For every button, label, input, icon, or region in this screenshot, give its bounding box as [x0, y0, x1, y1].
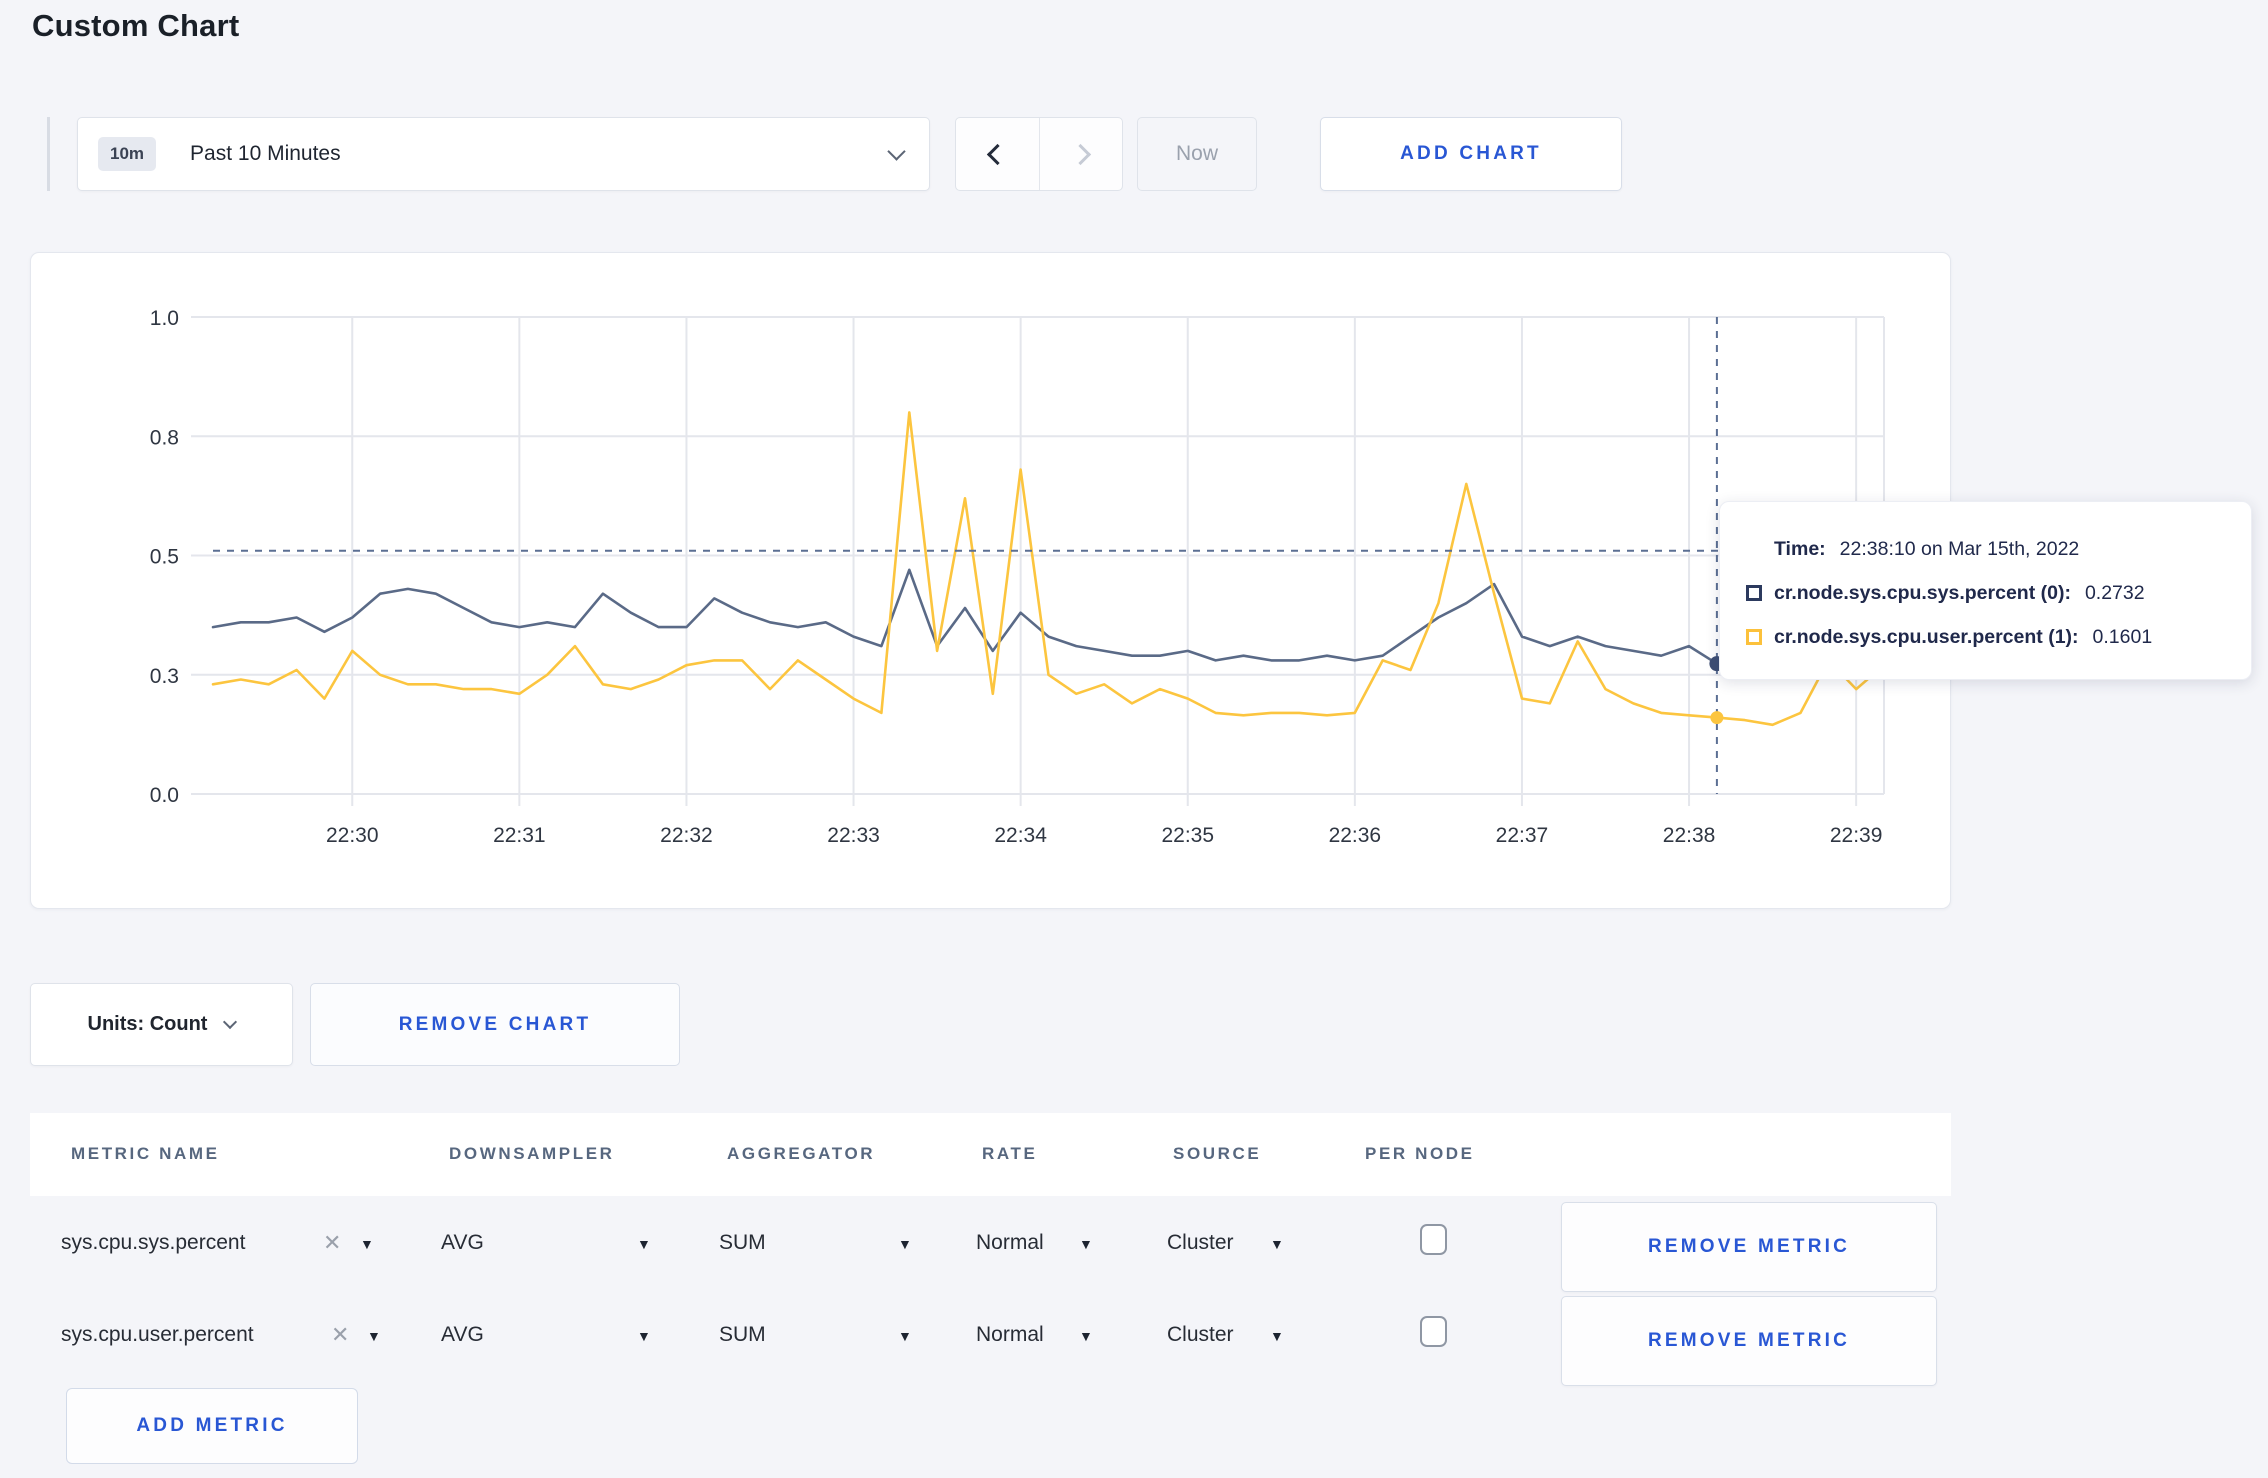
- add-metric-button[interactable]: ADD METRIC: [66, 1388, 358, 1464]
- metric-table-row: sys.cpu.user.percent ✕ ▼ AVG ▼ SUM ▼ Nor…: [30, 1288, 1951, 1386]
- per-node-checkbox[interactable]: [1420, 1316, 1447, 1347]
- y-axis-tick-label: 0.0: [150, 784, 179, 807]
- tooltip-sys-label: cr.node.sys.cpu.sys.percent (0):: [1774, 581, 2071, 604]
- metric-table-row: sys.cpu.sys.percent ✕ ▼ AVG ▼ SUM ▼ Norm…: [30, 1196, 1951, 1292]
- time-range-selector[interactable]: 10m Past 10 Minutes: [77, 117, 930, 191]
- x-axis-tick-label: 22:32: [660, 824, 713, 847]
- downsampler-caret-down-icon[interactable]: ▼: [637, 1328, 651, 1344]
- remove-metric-label: REMOVE METRIC: [1647, 1330, 1851, 1351]
- time-shift-back-button[interactable]: [956, 118, 1039, 190]
- remove-chart-label: REMOVE CHART: [398, 1013, 592, 1035]
- tooltip-sys-value: 0.2732: [2084, 581, 2145, 604]
- units-selector[interactable]: Units: Count: [30, 983, 293, 1066]
- timeseries-chart-plot[interactable]: 0.0 0.3 0.5 0.8 1.0 22:30 22:31 22:32 22:33 22:34…: [31, 253, 1950, 908]
- rate-caret-down-icon[interactable]: ▼: [1079, 1328, 1093, 1344]
- downsampler-caret-down-icon[interactable]: ▼: [637, 1236, 651, 1252]
- tooltip-user-label: cr.node.sys.cpu.user.percent (1):: [1774, 625, 2079, 648]
- add-metric-label: ADD METRIC: [136, 1415, 288, 1436]
- chevron-down-icon: [223, 1014, 238, 1029]
- clear-metric-x-icon[interactable]: ✕: [331, 1322, 349, 1348]
- x-axis-tick-label: 22:38: [1663, 824, 1716, 847]
- aggregator-select[interactable]: SUM: [719, 1323, 766, 1347]
- downsampler-select[interactable]: AVG: [441, 1231, 484, 1255]
- time-range-badge: 10m: [98, 137, 157, 171]
- tooltip-user-value: 0.1601: [2092, 625, 2153, 648]
- chevron-right-icon: [1070, 143, 1092, 165]
- remove-metric-button[interactable]: REMOVE METRIC: [1561, 1296, 1937, 1386]
- time-shift-button-group: [955, 117, 1123, 191]
- per-node-checkbox[interactable]: [1420, 1224, 1447, 1255]
- y-axis-tick-label: 1.0: [150, 307, 179, 330]
- aggregator-caret-down-icon[interactable]: ▼: [898, 1328, 912, 1344]
- metric-name-value[interactable]: sys.cpu.user.percent: [61, 1323, 254, 1347]
- y-axis-tick-label: 0.8: [150, 426, 179, 449]
- series-user-line: [211, 411, 1886, 727]
- column-header-downsampler: DOWNSAMPLER: [449, 1144, 615, 1163]
- add-chart-button[interactable]: ADD CHART: [1320, 117, 1622, 191]
- metric-name-value[interactable]: sys.cpu.sys.percent: [61, 1231, 245, 1255]
- series-user-swatch-icon: [1746, 629, 1762, 645]
- metrics-table-header: METRIC NAME DOWNSAMPLER AGGREGATOR RATE …: [30, 1113, 1951, 1196]
- source-caret-down-icon[interactable]: ▼: [1270, 1236, 1284, 1252]
- source-caret-down-icon[interactable]: ▼: [1270, 1328, 1284, 1344]
- now-button[interactable]: Now: [1137, 117, 1257, 191]
- x-axis-tick-label: 22:34: [994, 824, 1047, 847]
- rate-caret-down-icon[interactable]: ▼: [1079, 1236, 1093, 1252]
- x-axis-tick-label: 22:36: [1329, 824, 1382, 847]
- x-axis-tick-label: 22:31: [493, 824, 546, 847]
- metric-select-caret-down-icon[interactable]: ▼: [360, 1236, 374, 1252]
- column-header-aggregator: AGGREGATOR: [727, 1144, 876, 1163]
- chart-hover-tooltip: Time: 22:38:10 on Mar 15th, 2022 cr.node…: [1719, 501, 2252, 680]
- metric-select-caret-down-icon[interactable]: ▼: [367, 1328, 381, 1344]
- remove-metric-button[interactable]: REMOVE METRIC: [1561, 1202, 1937, 1292]
- time-range-label: Past 10 Minutes: [190, 142, 341, 165]
- page-title: Custom Chart: [32, 8, 240, 43]
- aggregator-select[interactable]: SUM: [719, 1231, 766, 1255]
- column-header-metric-name: METRIC NAME: [71, 1144, 220, 1163]
- chart-card: 0.0 0.3 0.5 0.8 1.0 22:30 22:31 22:32 22:33 22:34…: [30, 252, 1951, 909]
- downsampler-select[interactable]: AVG: [441, 1323, 484, 1347]
- source-select[interactable]: Cluster: [1167, 1231, 1234, 1255]
- column-header-source: SOURCE: [1173, 1144, 1262, 1163]
- x-axis-tick-label: 22:35: [1161, 824, 1214, 847]
- tooltip-time-value: 22:38:10 on Mar 15th, 2022: [1839, 537, 2080, 560]
- clear-metric-x-icon[interactable]: ✕: [323, 1230, 341, 1256]
- hover-point-user: [1710, 711, 1724, 725]
- toolbar-left-divider: [47, 117, 50, 191]
- remove-metric-label: REMOVE METRIC: [1647, 1236, 1851, 1257]
- time-shift-forward-button[interactable]: [1038, 118, 1123, 190]
- rate-select[interactable]: Normal: [976, 1231, 1044, 1255]
- series-sys-swatch-icon: [1746, 585, 1762, 601]
- x-axis-tick-label: 22:39: [1830, 824, 1883, 847]
- units-selector-label: Units: Count: [87, 1013, 208, 1035]
- column-header-per-node: PER NODE: [1365, 1144, 1475, 1163]
- y-axis-tick-label: 0.3: [150, 665, 179, 688]
- remove-chart-button[interactable]: REMOVE CHART: [310, 983, 680, 1066]
- x-axis-tick-label: 22:33: [827, 824, 880, 847]
- x-axis-tick-label: 22:37: [1496, 824, 1549, 847]
- column-header-rate: RATE: [982, 1144, 1038, 1163]
- aggregator-caret-down-icon[interactable]: ▼: [898, 1236, 912, 1252]
- tooltip-time-label: Time:: [1774, 537, 1826, 560]
- chevron-down-icon: [887, 141, 906, 161]
- chevron-left-icon: [986, 143, 1008, 165]
- y-axis-tick-label: 0.5: [150, 546, 179, 569]
- add-chart-label: ADD CHART: [1400, 143, 1542, 164]
- source-select[interactable]: Cluster: [1167, 1323, 1234, 1347]
- x-axis-tick-label: 22:30: [326, 824, 379, 847]
- series-sys-line: [211, 568, 1886, 666]
- rate-select[interactable]: Normal: [976, 1323, 1044, 1347]
